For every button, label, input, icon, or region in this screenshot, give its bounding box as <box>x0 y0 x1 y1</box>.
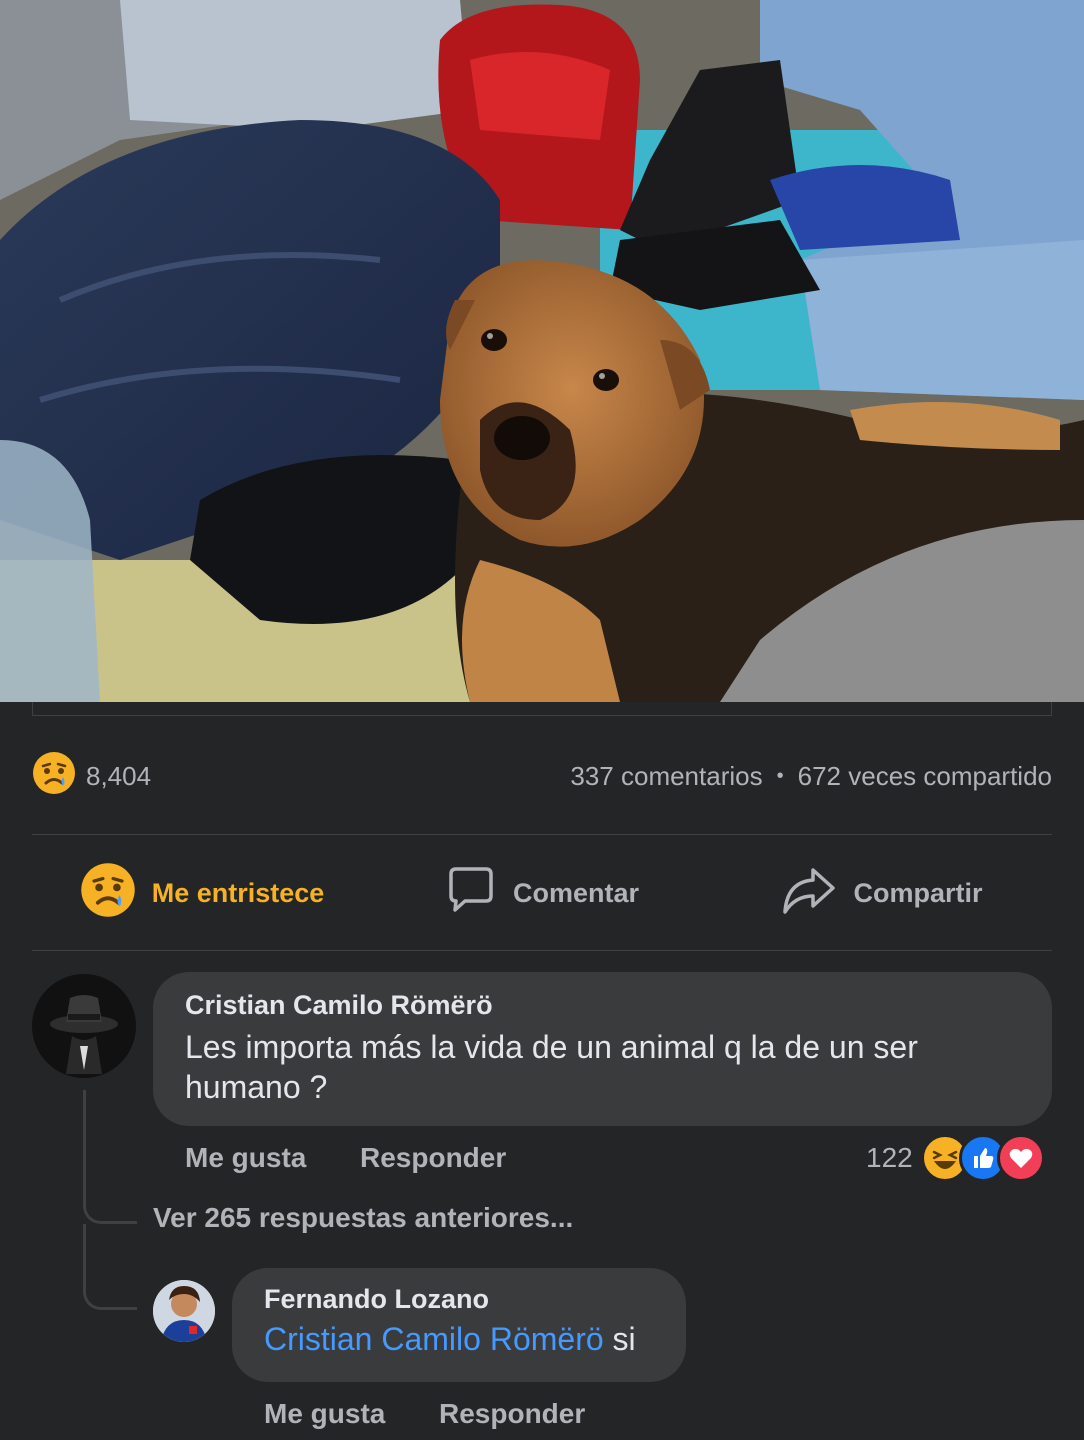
comment-button-label: Comentar <box>512 877 640 908</box>
dog-photo-illustration <box>0 0 1084 702</box>
sad-face-icon <box>80 862 136 925</box>
photo-frame <box>32 702 1052 716</box>
share-button-label: Compartir <box>853 877 983 908</box>
reaction-button-label: Me entristece <box>151 877 325 908</box>
shares-count[interactable]: 672 veces compartido <box>798 761 1052 792</box>
hat-avatar-icon <box>32 974 136 1078</box>
share-button[interactable]: Compartir <box>712 864 1052 923</box>
reply-like-link[interactable]: Me gusta <box>264 1398 385 1430</box>
view-more-replies-link[interactable]: Ver 265 respuestas anteriores... <box>153 1202 573 1234</box>
reaction-count: 8,404 <box>86 760 152 791</box>
thread-line <box>83 1090 137 1224</box>
comment-icon <box>445 864 497 923</box>
comments-count[interactable]: 337 comentarios <box>570 761 762 792</box>
sad-reaction-icon <box>32 751 76 802</box>
separator-dot: • <box>776 764 784 787</box>
person-avatar-icon <box>153 1280 215 1342</box>
divider <box>32 834 1052 835</box>
reaction-button[interactable]: Me entristece <box>32 862 372 925</box>
comment-bubble[interactable]: Cristian Camilo Römërö Les importa más l… <box>153 972 1052 1126</box>
post-photo[interactable] <box>0 0 1084 702</box>
reply-reply-link[interactable]: Responder <box>439 1398 585 1430</box>
divider <box>32 950 1052 951</box>
comment-like-link[interactable]: Me gusta <box>185 1142 306 1174</box>
reaction-summary[interactable]: 8,404 <box>32 751 151 802</box>
share-icon <box>781 864 837 923</box>
reply-bubble[interactable]: Fernando Lozano Cristian Camilo Römërö s… <box>232 1268 686 1382</box>
reply-mention-link[interactable]: Cristian Camilo Römërö <box>264 1321 604 1357</box>
comment-reply-link[interactable]: Responder <box>360 1142 506 1174</box>
thread-line <box>83 1224 137 1310</box>
post-stats: 8,404 337 comentarios • 672 veces compar… <box>32 751 1052 802</box>
comment-reactions[interactable]: 122 <box>866 1134 1045 1182</box>
reply-text: si <box>612 1321 636 1357</box>
commenter-avatar[interactable] <box>32 974 136 1078</box>
post-actions: Me entristece Comentar Compartir <box>32 836 1052 950</box>
comment-author[interactable]: Cristian Camilo Römërö <box>185 990 1020 1021</box>
comment-reaction-count: 122 <box>866 1142 913 1173</box>
comment-text: Les importa más la vida de un animal q l… <box>185 1029 918 1105</box>
reply-author[interactable]: Fernando Lozano <box>264 1284 654 1315</box>
replier-avatar[interactable] <box>153 1280 215 1342</box>
love-icon <box>996 1134 1045 1182</box>
comment-button[interactable]: Comentar <box>372 864 712 923</box>
